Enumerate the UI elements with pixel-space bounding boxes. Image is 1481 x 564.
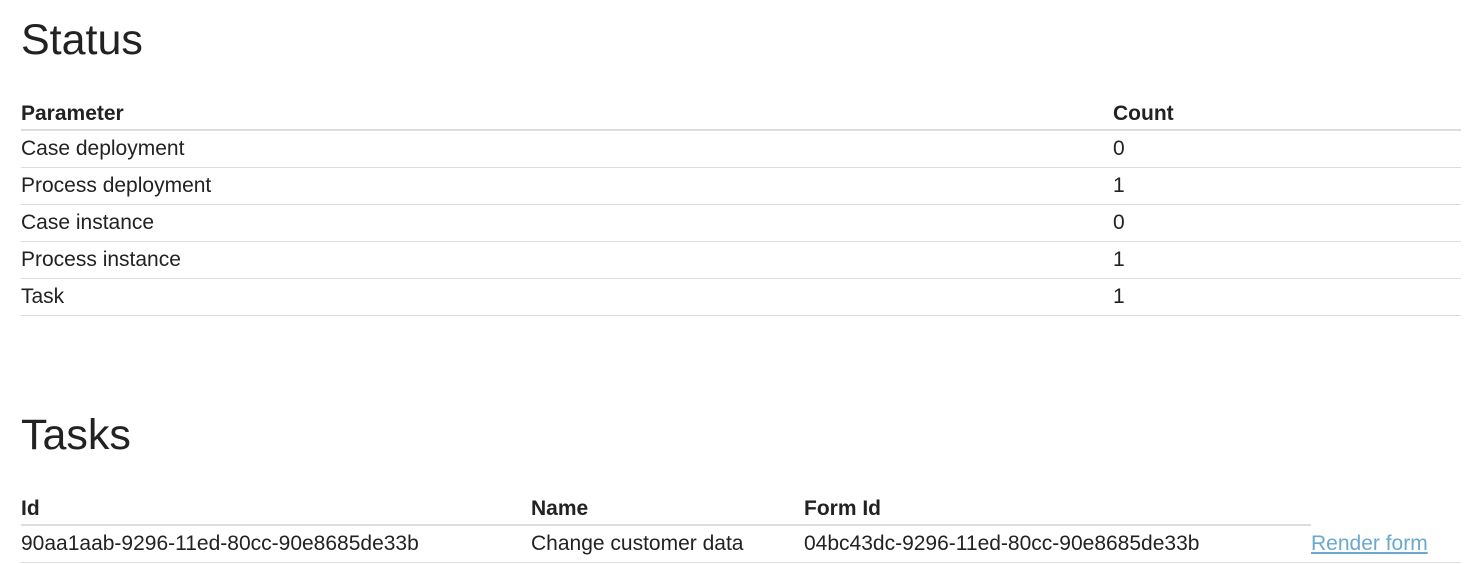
render-form-link[interactable]: Render form <box>1311 532 1428 555</box>
count-cell: 0 <box>1113 204 1461 242</box>
table-row: Case deployment 0 <box>21 130 1461 168</box>
table-row: Process instance 1 <box>21 241 1461 279</box>
parameter-cell: Process deployment <box>21 167 1113 205</box>
action-column-header <box>1311 494 1461 525</box>
table-row: 90aa1aab-9296-11ed-80cc-90e8685de33b Cha… <box>21 525 1461 563</box>
id-column-header: Id <box>21 494 531 526</box>
task-id-cell: 90aa1aab-9296-11ed-80cc-90e8685de33b <box>21 525 531 563</box>
status-table: Parameter Count Case deployment 0 Proces… <box>21 99 1461 316</box>
parameter-cell: Process instance <box>21 241 1113 279</box>
task-action-cell: Render form <box>1311 525 1461 563</box>
task-name-cell: Change customer data <box>531 525 804 563</box>
table-row: Process deployment 1 <box>21 167 1461 205</box>
parameter-cell: Case instance <box>21 204 1113 242</box>
count-cell: 1 <box>1113 241 1461 279</box>
tasks-table: Id Name Form Id 90aa1aab-9296-11ed-80cc-… <box>21 494 1461 563</box>
count-column-header: Count <box>1113 99 1461 131</box>
count-cell: 1 <box>1113 167 1461 205</box>
tasks-heading: Tasks <box>21 411 131 459</box>
table-row: Task 1 <box>21 278 1461 316</box>
status-header-row: Parameter Count <box>21 99 1461 131</box>
task-form-id-cell: 04bc43dc-9296-11ed-80cc-90e8685de33b <box>804 525 1311 563</box>
table-row: Case instance 0 <box>21 204 1461 242</box>
parameter-cell: Task <box>21 278 1113 316</box>
status-heading: Status <box>21 16 143 64</box>
tasks-header-row: Id Name Form Id <box>21 494 1461 526</box>
count-cell: 0 <box>1113 130 1461 168</box>
parameter-cell: Case deployment <box>21 130 1113 168</box>
count-cell: 1 <box>1113 278 1461 316</box>
name-column-header: Name <box>531 494 804 526</box>
parameter-column-header: Parameter <box>21 99 1113 131</box>
page-container: Status Parameter Count Case deployment 0… <box>0 0 1461 563</box>
form-id-column-header: Form Id <box>804 494 1311 526</box>
